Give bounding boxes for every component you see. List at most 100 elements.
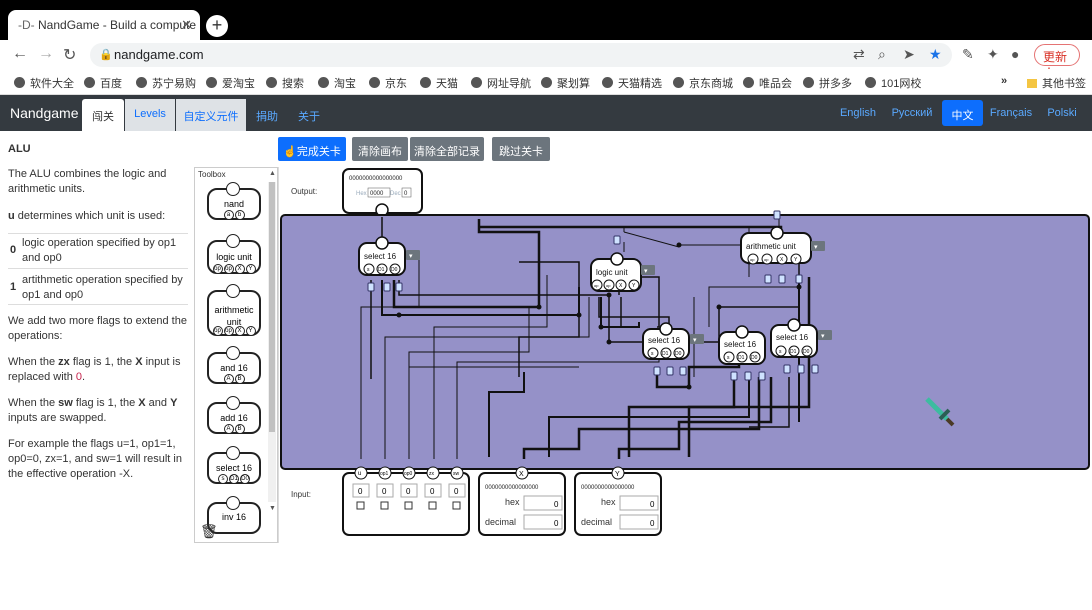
extensions-icon[interactable]: ✦ <box>987 46 999 63</box>
other-bookmarks[interactable]: 其他书签 <box>1027 75 1086 91</box>
bookmark-item[interactable]: 101网校 <box>865 75 921 91</box>
toolbox-add-16[interactable]: add 16 AB <box>207 396 261 434</box>
lang-russian[interactable]: Русский <box>886 100 938 126</box>
bookmark-item[interactable]: 天猫 <box>420 75 458 91</box>
profile-icon[interactable]: ● <box>1011 46 1019 62</box>
x-input-bits[interactable]: 0000000000000000 <box>485 485 539 491</box>
nav-tab-custom-components[interactable]: 自定义元件 <box>176 99 246 131</box>
lang-chinese[interactable]: 中文 <box>942 100 983 126</box>
circuit-canvas[interactable]: Output: 0000000000000000 Hex 0000 Dec 0 <box>278 167 1092 543</box>
globe-icon <box>803 77 814 88</box>
lang-english[interactable]: English <box>834 100 882 126</box>
bookmark-item[interactable]: 软件大全 <box>14 75 74 91</box>
bookmark-item[interactable]: 爱淘宝 <box>206 75 255 91</box>
zoom-icon[interactable]: ⌕ <box>878 46 886 63</box>
bookmarks-more-icon[interactable]: » <box>1001 75 1007 87</box>
svg-text:D1: D1 <box>790 349 797 355</box>
bookmark-item[interactable]: 淘宝 <box>318 75 356 91</box>
u-table-value: 0 <box>10 244 17 256</box>
trash-icon[interactable]: 🗑 <box>200 523 218 540</box>
toolbox-select-16[interactable]: select 16 s D1 D0 <box>207 446 261 484</box>
globe-icon <box>602 77 613 88</box>
skip-level-button[interactable]: 跳过关卡 <box>492 137 550 161</box>
globe-icon <box>136 77 147 88</box>
toolbox-and-16[interactable]: and 16 AB <box>207 346 261 384</box>
folder-icon <box>1027 79 1037 88</box>
browser-tabstrip: -D- NandGame - Build a compute ✕ + <box>0 0 1092 40</box>
nav-tab-levels-cn[interactable]: 闯关 <box>82 99 124 131</box>
u-table-desc: logic operation specified by op1 and op0 <box>22 237 177 264</box>
toolbox-nand[interactable]: nand ab <box>207 182 261 220</box>
y-input-bits[interactable]: 0000000000000000 <box>581 485 635 491</box>
translate-icon[interactable]: ⇄ <box>853 46 865 63</box>
url-text: nandgame.com <box>114 47 204 62</box>
scroll-down-icon[interactable]: ▼ <box>269 505 276 512</box>
svg-text:select 16: select 16 <box>776 333 809 342</box>
browser-toolbar: ← → ↻ 🔒 nandgame.com ⇄ ⌕ ➤ ★ ✎ ✦ ● 更新 ⋮ <box>0 40 1092 79</box>
clear-canvas-button[interactable]: 清除画布 <box>352 137 408 161</box>
bookmark-item[interactable]: 网址导航 <box>471 75 531 91</box>
forward-icon[interactable]: → <box>38 45 54 63</box>
toolbox-logic-unit[interactable]: logic unit op op X Y <box>207 234 261 274</box>
scroll-up-icon[interactable]: ▲ <box>269 170 276 177</box>
bookmark-item[interactable]: 聚划算 <box>541 75 590 91</box>
output-label: Output: <box>291 187 317 196</box>
address-bar[interactable]: 🔒 nandgame.com <box>90 43 952 67</box>
svg-text:zx: zx <box>429 471 435 477</box>
lang-french[interactable]: Français <box>986 100 1036 126</box>
svg-text:▾: ▾ <box>409 253 413 260</box>
svg-text:op1: op1 <box>380 471 389 477</box>
back-icon[interactable]: ← <box>12 45 28 63</box>
bookmark-item[interactable]: 京东 <box>369 75 407 91</box>
clear-all-button[interactable]: 清除全部记录 <box>410 137 484 161</box>
bookmark-star-icon[interactable]: ★ <box>929 46 942 63</box>
app-navbar: Nandgame 闯关 Levels 自定义元件 捐助 关于 English Р… <box>0 95 1092 131</box>
x-decimal-label: decimal <box>485 517 516 527</box>
y-decimal-label: decimal <box>581 517 612 527</box>
new-tab-button[interactable]: + <box>206 15 228 37</box>
svg-text:logic unit: logic unit <box>596 268 628 277</box>
browser-tab[interactable]: -D- NandGame - Build a compute ✕ <box>8 10 200 40</box>
level-intro: The ALU combines the logic and arithmeti… <box>8 168 167 195</box>
svg-text:D0: D0 <box>751 355 758 361</box>
bookmark-item[interactable]: 拼多多 <box>803 75 852 91</box>
share-icon[interactable]: ➤ <box>903 46 915 63</box>
bookmarks-bar: 软件大全 百度 苏宁易购 爱淘宝 搜索 淘宝 京东 天猫 网址导航 聚划算 天猫… <box>0 70 1092 95</box>
update-button[interactable]: 更新 ⋮ <box>1034 44 1080 79</box>
bookmark-item[interactable]: 唯品会 <box>743 75 792 91</box>
reload-icon[interactable]: ↻ <box>63 45 76 65</box>
x-hex-value: 0 <box>554 500 559 509</box>
flags-intro: We add two more flags to extend the oper… <box>8 315 187 342</box>
bookmark-item[interactable]: 京东商城 <box>673 75 733 91</box>
nav-tab-levels[interactable]: Levels <box>125 99 175 131</box>
close-tab-icon[interactable]: ✕ <box>181 17 192 33</box>
svg-text:▾: ▾ <box>644 268 648 275</box>
nav-tab-about[interactable]: 关于 <box>292 99 326 131</box>
globe-icon <box>84 77 95 88</box>
level-description: ALU The ALU combines the logic and arith… <box>0 131 192 596</box>
bookmark-item[interactable]: 天猫精选 <box>602 75 662 91</box>
bookmark-item[interactable]: 苏宁易购 <box>136 75 196 91</box>
complete-level-button[interactable]: ☝完成关卡 <box>278 137 346 161</box>
svg-text:0: 0 <box>358 487 363 496</box>
toolbox-scroll-thumb[interactable] <box>269 182 275 432</box>
u-table-value: 1 <box>10 281 17 293</box>
bookmark-item[interactable]: 百度 <box>84 75 122 91</box>
globe-icon <box>743 77 754 88</box>
sw-description: When the sw flag is 1, the X and Y input… <box>8 397 178 424</box>
input-label: Input: <box>291 490 311 499</box>
svg-text:0: 0 <box>382 487 387 496</box>
toolbox-arithmetic-unit[interactable]: arithmetic unit op op X Y <box>207 284 261 336</box>
output-dec-label: Dec <box>390 191 401 197</box>
lang-polish[interactable]: Polski <box>1040 100 1084 126</box>
brand-logo[interactable]: Nandgame <box>10 105 79 121</box>
svg-text:D0: D0 <box>675 351 682 357</box>
toolbox-scrollbar[interactable] <box>268 182 276 502</box>
circuit-diagram[interactable]: Output: 0000000000000000 Hex 0000 Dec 0 <box>279 167 1091 543</box>
globe-icon <box>206 77 217 88</box>
globe-icon <box>541 77 552 88</box>
bookmark-item[interactable]: 搜索 <box>266 75 304 91</box>
nav-tab-donate[interactable]: 捐助 <box>250 99 284 131</box>
nandgame-favicon-icon: -D- <box>18 18 35 32</box>
pen-icon[interactable]: ✎ <box>962 46 974 63</box>
